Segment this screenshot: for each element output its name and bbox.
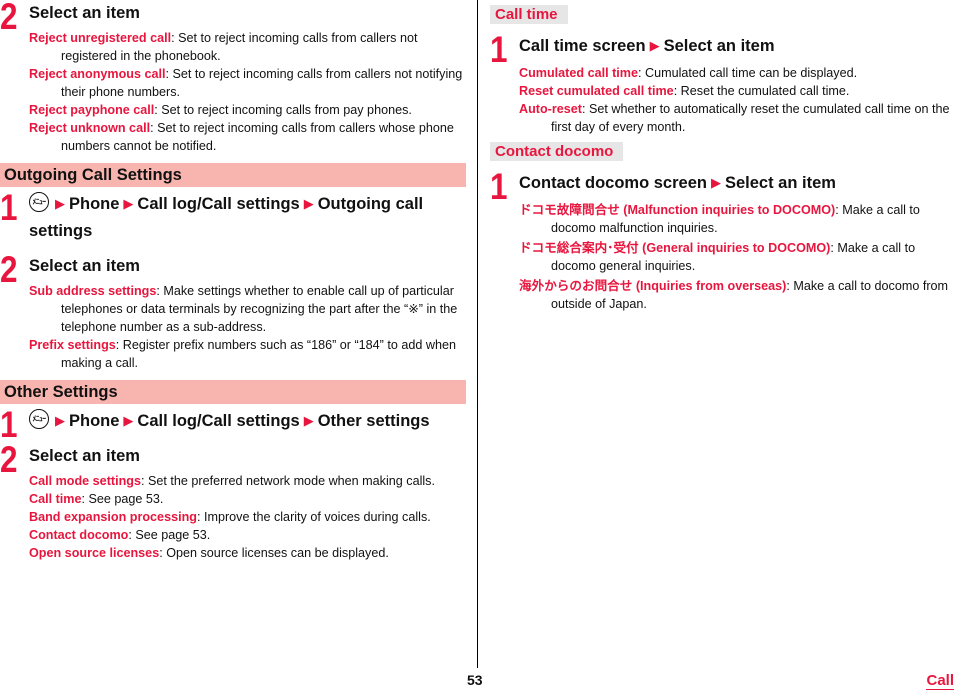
arrow-right-icon: ▶ (123, 196, 134, 211)
step-number: 1 (490, 29, 507, 70)
item-term: Call mode settings (29, 474, 141, 488)
list-item: Open source licenses: Open source licens… (29, 544, 468, 562)
list-item: Contact docomo: See page 53. (29, 526, 468, 544)
list-item: Band expansion processing: Improve the c… (29, 508, 468, 526)
item-desc: : Set the preferred network mode when ma… (140, 474, 435, 488)
list-item: Auto-reset: Set whether to automatically… (519, 100, 956, 136)
step-title: Contact docomo screen ▶ Select an item (519, 170, 956, 197)
list-item: Reject payphone call: Set to reject inco… (29, 101, 468, 119)
step-title: ﾒﾆｭｰ ▶ Phone ▶ Call log/Call settings ▶ Outgoi… (29, 191, 468, 245)
page-number: 53 (467, 672, 483, 688)
arrow-right-icon: ▶ (303, 413, 314, 428)
item-term: Call time (29, 492, 82, 506)
list-item: ドコモ総合案内･受付 (General inquiries to DOCOMO)… (519, 239, 956, 275)
step-title: ﾒﾆｭｰ ▶ Phone ▶ Call log/Call settings ▶ Other … (29, 408, 468, 435)
path-item: Call log/Call settings (137, 412, 300, 430)
step-number: 2 (0, 439, 17, 480)
list-item: Reject unknown call: Set to reject incom… (29, 119, 468, 155)
column-divider (477, 0, 478, 668)
step-title: Select an item (29, 4, 140, 22)
step-title: Call time screen ▶ Select an item (519, 33, 956, 60)
item-desc: : Set to reject incoming calls from pay … (154, 103, 412, 117)
item-term: Open source licenses (29, 546, 160, 560)
item-desc: : Open source licenses can be displayed. (159, 546, 389, 560)
item-term: Cumulated call time (519, 66, 638, 80)
list-item: Prefix settings: Register prefix numbers… (29, 336, 468, 372)
item-term: Reset cumulated call time (519, 84, 674, 98)
menu-key-icon: ﾒﾆｭｰ (29, 409, 49, 429)
arrow-right-icon: ▶ (123, 413, 134, 428)
path-item: Call time screen (519, 37, 646, 55)
path-item: Call log/Call settings (137, 195, 300, 213)
item-desc: : Set whether to automatically reset the… (551, 102, 950, 134)
path-item: Contact docomo screen (519, 174, 707, 192)
list-item: 海外からのお問合せ (Inquiries from overseas): Mak… (519, 277, 956, 313)
section-heading-outgoing: Outgoing Call Settings (0, 163, 466, 187)
item-term: ドコモ総合案内･受付 (General inquiries to DOCOMO) (519, 241, 831, 255)
list-item: Reject anonymous call: Set to reject inc… (29, 65, 468, 101)
subsection-heading-contact-docomo: Contact docomo (490, 142, 624, 161)
list-item: Reset cumulated call time: Reset the cum… (519, 82, 956, 100)
section-heading-other: Other Settings (0, 380, 466, 404)
step-title: Select an item (29, 257, 140, 275)
item-term: Auto-reset (519, 102, 582, 116)
item-term: 海外からのお問合せ (Inquiries from overseas) (519, 279, 787, 293)
step-call-time: 1 Call time screen ▶ Select an item Cumula… (490, 29, 956, 136)
arrow-right-icon: ▶ (710, 175, 721, 190)
item-desc: : Reset the cumulated call time. (673, 84, 850, 98)
path-item: Phone (69, 412, 120, 430)
step-number: 2 (0, 249, 17, 290)
subsection-heading-call-time: Call time (490, 5, 568, 24)
left-column: 2 Select an item Reject unregistered cal… (0, 0, 468, 562)
list-item: Cumulated call time: Cumulated call time… (519, 64, 956, 82)
list-item: ドコモ故障問合せ (Malfunction inquiries to DOCOM… (519, 201, 956, 237)
arrow-right-icon: ▶ (55, 196, 65, 211)
item-term: Reject unregistered call (29, 31, 172, 45)
path-item: Select an item (724, 174, 836, 192)
path-item: Other settings (317, 412, 430, 430)
item-list: Call mode settings: Set the preferred ne… (29, 472, 468, 562)
item-desc: : See page 53. (81, 492, 164, 506)
chapter-label[interactable]: Call (926, 672, 954, 690)
item-desc: : Cumulated call time can be displayed. (637, 66, 858, 80)
arrow-right-icon: ▶ (55, 413, 65, 428)
item-list: Reject unregistered call : Set to reject … (29, 29, 468, 155)
arrow-right-icon: ▶ (649, 38, 660, 53)
right-column: Call time 1 Call time screen ▶ Select an i… (490, 0, 956, 313)
step-number: 1 (490, 166, 507, 207)
step-other-navigate: 1 ﾒﾆｭｰ ▶ Phone ▶ Call log/Call settings ▶ Othe… (0, 405, 468, 445)
path-item: Select an item (663, 37, 775, 55)
item-term: Reject unknown call (29, 121, 151, 135)
arrow-right-icon: ▶ (303, 196, 314, 211)
step-contact-docomo: 1 Contact docomo screen ▶ Select an item ド… (490, 166, 956, 313)
item-desc: : Improve the clarity of voices during c… (196, 510, 431, 524)
item-desc: : Register prefix numbers such as “186” … (61, 338, 456, 370)
step-title: Select an item (29, 447, 140, 465)
path-item: Phone (69, 195, 120, 213)
list-item: Reject unregistered call: Set to reject … (29, 29, 468, 65)
list-item: Call time: See page 53. (29, 490, 468, 508)
item-term: Band expansion processing (29, 510, 197, 524)
item-list: Sub address settings: Make settings whet… (29, 282, 468, 372)
item-term: Reject payphone call (29, 103, 155, 117)
item-term: Contact docomo (29, 528, 129, 542)
item-term: Reject anonymous call (29, 67, 166, 81)
step-number: 2 (0, 0, 17, 37)
step-outgoing-navigate: 1 ﾒﾆｭｰ ▶ Phone ▶ Call log/Call settings ▶ Outg… (0, 187, 468, 245)
step-outgoing-select: 2 Select an item Sub address settings: M… (0, 249, 468, 372)
list-item: Sub address settings: Make settings whet… (29, 282, 468, 336)
step-select-item-incoming: 2 Select an item Reject unregistered cal… (0, 0, 468, 155)
item-term: Sub address settings (29, 284, 157, 298)
item-term: ドコモ故障問合せ (Malfunction inquiries to DOCOM… (519, 203, 836, 217)
step-number: 1 (0, 187, 17, 228)
item-desc: : See page 53. (128, 528, 211, 542)
item-list: Cumulated call time: Cumulated call time… (519, 64, 956, 136)
item-term: Prefix settings (29, 338, 116, 352)
list-item: Call mode settings: Set the preferred ne… (29, 472, 468, 490)
menu-key-icon: ﾒﾆｭｰ (29, 192, 49, 212)
step-other-select: 2 Select an item Call mode settings: Set… (0, 439, 468, 562)
item-list: ドコモ故障問合せ (Malfunction inquiries to DOCOM… (519, 201, 956, 313)
